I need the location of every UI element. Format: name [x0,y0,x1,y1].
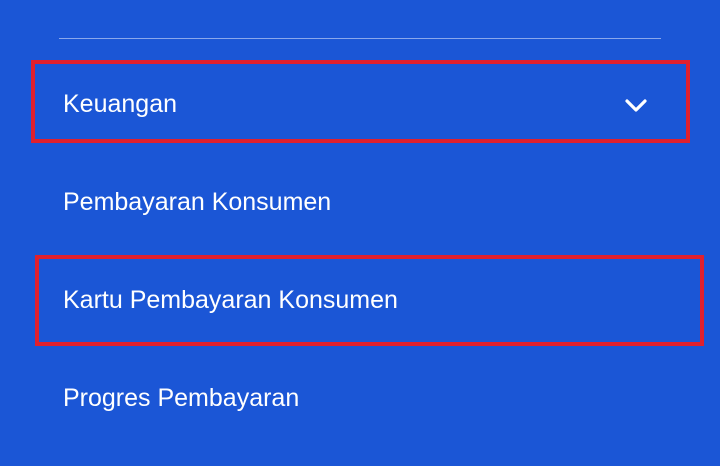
menu-item-progres-pembayaran[interactable]: Progres Pembayaran [63,383,299,413]
menu-divider [59,38,661,39]
menu-item-kartu-pembayaran-konsumen[interactable]: Kartu Pembayaran Konsumen [63,285,398,315]
menu-item-pembayaran-konsumen[interactable]: Pembayaran Konsumen [63,187,331,217]
chevron-down-icon[interactable] [622,92,650,120]
menu-item-keuangan[interactable]: Keuangan [63,89,177,119]
